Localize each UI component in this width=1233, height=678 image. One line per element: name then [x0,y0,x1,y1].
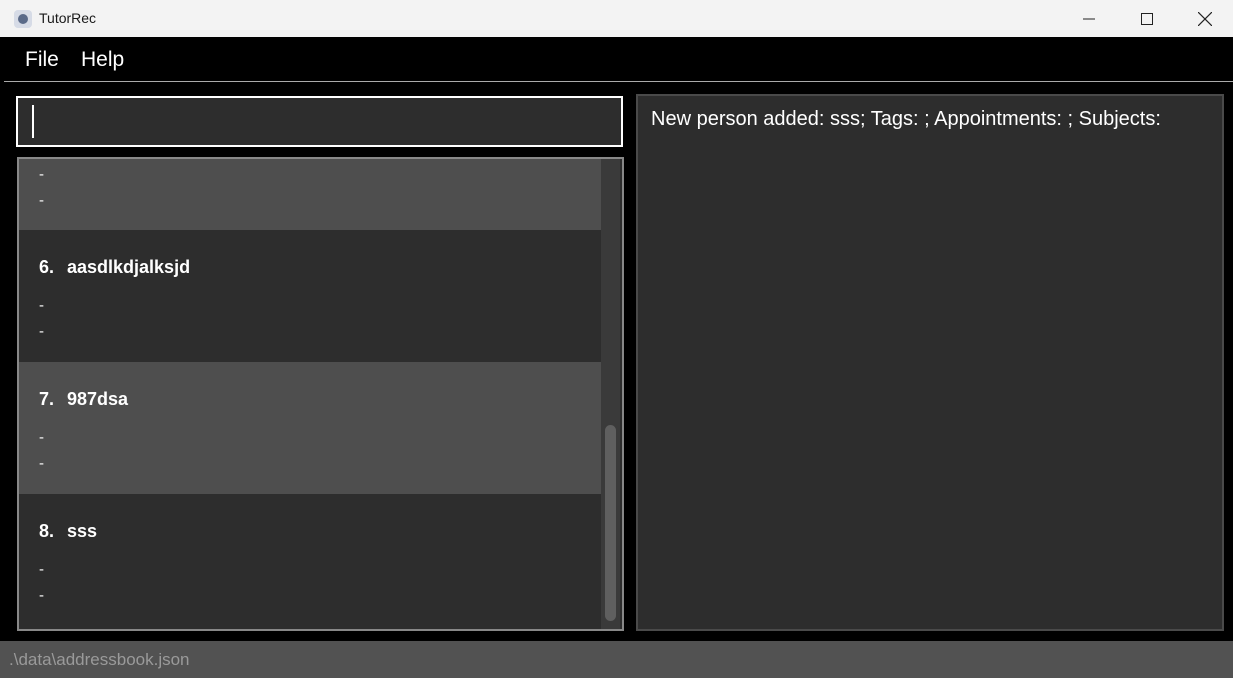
status-bar: .\data\addressbook.json [0,641,1233,678]
card-detail: - [39,561,44,578]
command-input[interactable] [16,96,623,147]
app-icon [14,10,32,28]
card-detail: - [39,429,44,446]
person-card[interactable]: 8. sss - - [19,494,601,629]
card-detail: - [39,323,44,340]
maximize-button[interactable] [1118,0,1176,37]
card-detail: - [39,166,44,183]
card-name: aasdlkdjalksjd [67,257,191,277]
menu-file[interactable]: File [25,48,59,72]
card-detail: - [39,192,44,209]
card-name: sss [67,521,98,541]
result-display: New person added: sss; Tags: ; Appointme… [636,94,1224,631]
card-detail: - [39,587,44,604]
text-caret [32,105,34,138]
save-file-path: .\data\addressbook.json [9,650,190,669]
card-name: 987dsa [67,389,129,409]
card-index: 6. [39,257,55,277]
list-scrollbar[interactable] [601,159,620,629]
minimize-icon [1083,18,1095,19]
close-icon [1198,11,1212,26]
close-button[interactable] [1176,0,1233,37]
person-card-partial[interactable]: - - [19,159,601,230]
maximize-icon [1141,12,1153,25]
menu-bar: File Help [4,37,1233,82]
card-index: 7. [39,389,55,409]
scrollbar-thumb[interactable] [605,425,616,621]
person-card[interactable]: 7. 987dsa - - [19,362,601,494]
title-bar: TutorRec [0,0,1233,37]
card-detail: - [39,297,44,314]
person-card[interactable]: 6. aasdlkdjalksjd - - [19,230,601,362]
person-list[interactable]: - - 6. aasdlkdjalksjd - - 7. 987dsa - - … [17,157,624,631]
minimize-button[interactable] [1060,0,1118,37]
menu-help[interactable]: Help [81,48,124,72]
card-detail: - [39,455,44,472]
card-index: 8. [39,521,55,541]
window-title: TutorRec [39,10,97,26]
result-message: New person added: sss; Tags: ; Appointme… [651,108,1161,130]
